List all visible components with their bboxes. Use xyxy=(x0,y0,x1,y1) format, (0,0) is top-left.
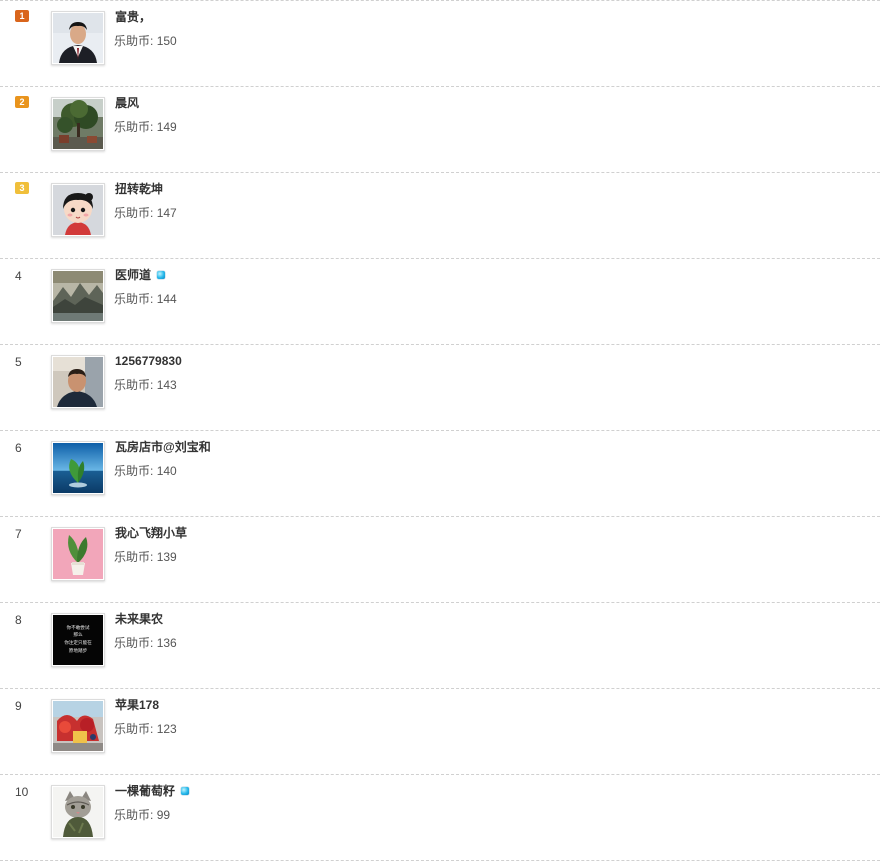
coin-label: 乐助币: xyxy=(114,808,154,822)
vip-badge-icon xyxy=(157,270,166,279)
vip-badge-icon xyxy=(181,786,190,795)
rank-number: 6 xyxy=(15,441,22,455)
avatar[interactable] xyxy=(51,11,105,65)
coin-count: 乐助币: 139 xyxy=(114,549,177,565)
text-image-avatar-image: 你不敢尝试 那么 你注定只能在 原地踏步 xyxy=(53,615,103,665)
ranking-row: 6 瓦房店市@刘宝和 乐助币: 140 xyxy=(0,430,880,516)
user-name-link[interactable]: 未来果农 xyxy=(115,611,163,627)
coin-count: 乐助币: 136 xyxy=(114,635,177,651)
coin-label: 乐助币: xyxy=(114,722,154,736)
coin-value: 143 xyxy=(156,378,177,392)
user-name: 晨风 xyxy=(115,96,140,110)
avatar[interactable] xyxy=(51,97,105,151)
cat-photo-avatar-image xyxy=(53,787,103,837)
leaf-ocean-avatar-image xyxy=(53,443,103,493)
user-name-link[interactable]: 1256779830 xyxy=(115,353,182,369)
user-name-link[interactable]: 一棵葡萄籽 xyxy=(115,783,190,799)
coin-count: 乐助币: 143 xyxy=(114,377,177,393)
ranking-row: 10 一棵葡萄籽 乐助币: 99 xyxy=(0,774,880,861)
user-name: 1256779830 xyxy=(115,354,182,368)
coin-count: 乐助币: 99 xyxy=(114,807,170,823)
user-name-link[interactable]: 富贵， xyxy=(115,9,151,25)
rank-number: 4 xyxy=(15,269,22,283)
man-portrait-avatar-image xyxy=(53,13,103,63)
user-name: 未来果农 xyxy=(115,612,164,626)
coin-value: 136 xyxy=(156,636,177,650)
coin-label: 乐助币: xyxy=(114,636,154,650)
user-name-link[interactable]: 我心飞翔小草 xyxy=(115,525,187,541)
coin-value: 147 xyxy=(156,206,177,220)
man-selfie-avatar-image xyxy=(53,357,103,407)
coin-value: 150 xyxy=(156,34,177,48)
ranking-row: 7 我心飞翔小草 乐助币: 139 xyxy=(0,516,880,602)
coin-label: 乐助币: xyxy=(114,292,154,306)
coin-value: 139 xyxy=(156,550,177,564)
avatar[interactable] xyxy=(51,441,105,495)
coin-label: 乐助币: xyxy=(114,206,154,220)
coin-label: 乐助币: xyxy=(114,120,154,134)
avatar[interactable] xyxy=(51,785,105,839)
coin-value: 144 xyxy=(156,292,177,306)
ranking-row: 4 医师道 乐助币: 144 xyxy=(0,258,880,344)
user-name-link[interactable]: 苹果178 xyxy=(115,697,159,713)
avatar-text-line: 那么 xyxy=(73,631,83,638)
ranking-row: 1 富贵， 乐助币: 150 xyxy=(0,0,880,86)
cartoon-girl-avatar-image xyxy=(53,185,103,235)
avatar[interactable]: 你不敢尝试 那么 你注定只能在 原地踏步 xyxy=(51,613,105,667)
user-name: 苹果178 xyxy=(115,698,160,712)
avatar[interactable] xyxy=(51,269,105,323)
rank-number: 10 xyxy=(15,785,29,799)
user-name-link[interactable]: 扭转乾坤 xyxy=(115,181,163,197)
ranking-row: 8 你不敢尝试 那么 你注定只能在 原地踏步 未来果农 乐助币: 136 xyxy=(0,602,880,688)
rank-number: 8 xyxy=(15,613,22,627)
coin-count: 乐助币: 140 xyxy=(114,463,177,479)
coin-value: 99 xyxy=(156,808,171,822)
user-name: 富贵， xyxy=(115,10,152,24)
user-name-link[interactable]: 瓦房店市@刘宝和 xyxy=(115,439,211,455)
avatar-text-line: 原地踏步 xyxy=(69,647,88,654)
avatar[interactable] xyxy=(51,355,105,409)
ranking-list: 1 富贵， 乐助币: 150 2 晨风 乐助币: 149 3 扭转乾坤 乐助币:… xyxy=(0,0,880,861)
rank-number: 9 xyxy=(15,699,22,713)
coin-count: 乐助币: 147 xyxy=(114,205,177,221)
coin-label: 乐助币: xyxy=(114,34,154,48)
rank-number: 5 xyxy=(15,355,22,369)
ranking-row: 5 1256779830 乐助币: 143 xyxy=(0,344,880,430)
tree-photo-avatar-image xyxy=(53,99,103,149)
rank-medal-2: 2 xyxy=(15,96,29,108)
coin-value: 140 xyxy=(156,464,177,478)
coin-label: 乐助币: xyxy=(114,378,154,392)
avatar-text-line: 你注定只能在 xyxy=(64,639,92,646)
avatar-text-line: 你不敢尝试 xyxy=(67,624,90,631)
coin-count: 乐助币: 149 xyxy=(114,119,177,135)
rank-medal-1: 1 xyxy=(15,10,29,22)
ranking-row: 3 扭转乾坤 乐助币: 147 xyxy=(0,172,880,258)
coin-label: 乐助币: xyxy=(114,464,154,478)
coin-label: 乐助币: xyxy=(114,550,154,564)
coin-value: 123 xyxy=(156,722,177,736)
user-name: 医师道 xyxy=(115,268,152,282)
ranking-row: 9 苹果178 乐助币: 123 xyxy=(0,688,880,774)
avatar[interactable] xyxy=(51,527,105,581)
coin-count: 乐助币: 150 xyxy=(114,33,177,49)
user-name-link[interactable]: 晨风 xyxy=(115,95,139,111)
coin-count: 乐助币: 123 xyxy=(114,721,177,737)
user-name-link[interactable]: 医师道 xyxy=(115,267,166,283)
plant-pink-avatar-image xyxy=(53,529,103,579)
user-name: 扭转乾坤 xyxy=(115,182,164,196)
avatar[interactable] xyxy=(51,183,105,237)
user-name: 一棵葡萄籽 xyxy=(115,784,176,798)
festival-photo-avatar-image xyxy=(53,701,103,751)
avatar[interactable] xyxy=(51,699,105,753)
user-name: 瓦房店市@刘宝和 xyxy=(115,440,211,454)
ranking-row: 2 晨风 乐助币: 149 xyxy=(0,86,880,172)
user-name: 我心飞翔小草 xyxy=(115,526,188,540)
rank-medal-3: 3 xyxy=(15,182,29,194)
coin-value: 149 xyxy=(156,120,177,134)
landscape-photo-avatar-image xyxy=(53,271,103,321)
coin-count: 乐助币: 144 xyxy=(114,291,177,307)
rank-number: 7 xyxy=(15,527,22,541)
